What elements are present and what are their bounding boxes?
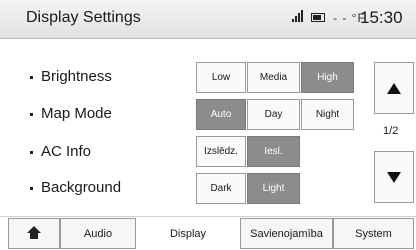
bullet: [30, 75, 33, 79]
battery-icon: [311, 13, 325, 22]
map-mode-day-button[interactable]: Day: [247, 99, 300, 130]
tab-home[interactable]: [8, 218, 60, 249]
tab-savienojamiba[interactable]: Savienojamība: [240, 218, 333, 249]
bullet: [30, 186, 33, 190]
arrow-down-icon: [387, 171, 401, 183]
background-dark-button[interactable]: Dark: [196, 173, 246, 204]
page-title: Display Settings: [26, 9, 141, 26]
background-light-button[interactable]: Light: [247, 173, 300, 204]
home-icon: [27, 225, 41, 240]
map-mode-auto-button[interactable]: Auto: [196, 99, 246, 130]
brightness-label: Brightness: [30, 68, 112, 85]
tab-system[interactable]: System: [333, 218, 414, 249]
bullet: [30, 150, 33, 154]
clock: 15:30: [360, 8, 403, 27]
top-bar: Display Settings - - °F 15:30: [0, 0, 416, 39]
ac-info-label: AC Info: [30, 143, 91, 160]
background-label: Background: [30, 179, 121, 196]
tab-display[interactable]: Display: [136, 218, 240, 249]
arrow-up-icon: [387, 82, 401, 94]
page-indicator: 1/2: [383, 125, 399, 137]
signal-icon: [292, 10, 306, 22]
brightness-low-button[interactable]: Low: [196, 62, 246, 93]
brightness-media-button[interactable]: Media: [247, 62, 300, 93]
map-mode-label: Map Mode: [30, 105, 112, 122]
ac-info-on-button[interactable]: Iesl.: [247, 136, 300, 167]
tab-audio[interactable]: Audio: [60, 218, 136, 249]
scroll-up-button[interactable]: [374, 62, 414, 114]
ac-info-off-button[interactable]: Izslēdz.: [196, 136, 246, 167]
brightness-high-button[interactable]: High: [301, 62, 354, 93]
map-mode-night-button[interactable]: Night: [301, 99, 354, 130]
scroll-down-button[interactable]: [374, 151, 414, 203]
bullet: [30, 112, 33, 116]
